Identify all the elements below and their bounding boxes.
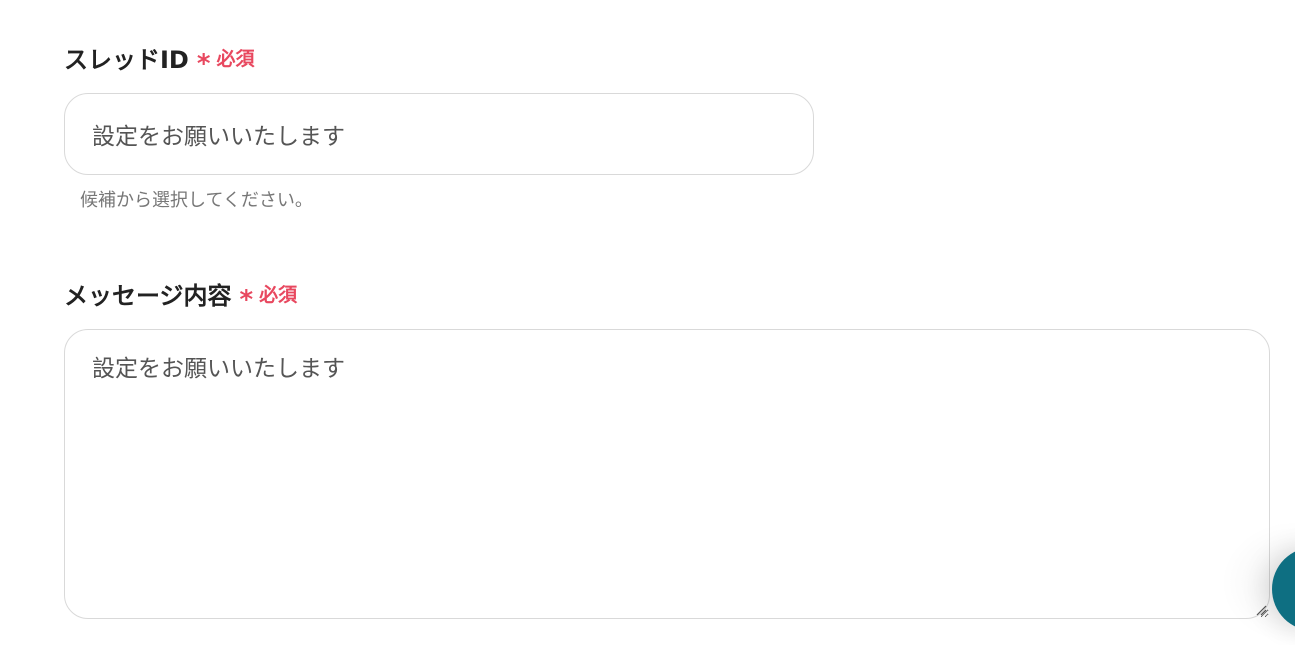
thread-id-help-text: 候補から選択してください。	[80, 190, 313, 211]
required-asterisk: *	[239, 284, 254, 315]
thread-id-label: スレッドID	[64, 46, 189, 74]
thread-id-input[interactable]	[64, 93, 814, 175]
required-asterisk: *	[196, 48, 211, 79]
message-content-label: メッセージ内容	[64, 282, 232, 310]
required-badge: 必須	[259, 284, 298, 306]
resize-handle-icon[interactable]	[1255, 604, 1267, 616]
thread-id-label-row: スレッドID * 必須	[64, 40, 255, 79]
message-content-textarea[interactable]: 設定をお願いいたします	[64, 329, 1270, 619]
required-badge: 必須	[216, 48, 255, 70]
message-content-label-row: メッセージ内容 * 必須	[64, 276, 298, 315]
chat-button[interactable]	[1272, 547, 1295, 631]
